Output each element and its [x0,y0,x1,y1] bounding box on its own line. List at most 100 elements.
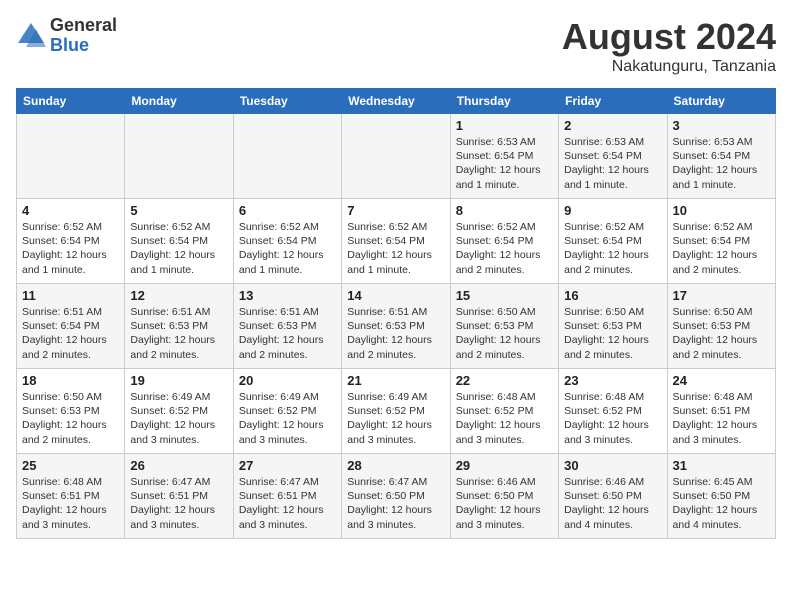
day-info: Sunrise: 6:46 AM Sunset: 6:50 PM Dayligh… [456,475,553,532]
day-cell: 16 Sunrise: 6:50 AM Sunset: 6:53 PM Dayli… [559,284,667,369]
day-cell [17,114,125,199]
header-cell-monday: Monday [125,89,233,114]
day-cell: 14 Sunrise: 6:51 AM Sunset: 6:53 PM Dayli… [342,284,450,369]
day-info: Sunrise: 6:47 AM Sunset: 6:50 PM Dayligh… [347,475,444,532]
day-cell: 18 Sunrise: 6:50 AM Sunset: 6:53 PM Dayli… [17,369,125,454]
day-info: Sunrise: 6:51 AM Sunset: 6:53 PM Dayligh… [130,305,227,362]
week-row-1: 1 Sunrise: 6:53 AM Sunset: 6:54 PM Daylig… [17,114,776,199]
day-info: Sunrise: 6:48 AM Sunset: 6:52 PM Dayligh… [564,390,661,447]
day-number: 13 [239,288,336,303]
day-info: Sunrise: 6:52 AM Sunset: 6:54 PM Dayligh… [564,220,661,277]
day-cell: 19 Sunrise: 6:49 AM Sunset: 6:52 PM Dayli… [125,369,233,454]
logo: General Blue [16,16,117,56]
day-info: Sunrise: 6:49 AM Sunset: 6:52 PM Dayligh… [347,390,444,447]
day-number: 27 [239,458,336,473]
day-cell: 6Sunrise: 6:52 AM Sunset: 6:54 PM Daylig… [233,199,341,284]
day-cell: 25 Sunrise: 6:48 AM Sunset: 6:51 PM Dayli… [17,454,125,539]
day-number: 2 [564,118,661,133]
day-cell: 26 Sunrise: 6:47 AM Sunset: 6:51 PM Dayli… [125,454,233,539]
day-number: 28 [347,458,444,473]
header-row: SundayMondayTuesdayWednesdayThursdayFrid… [17,89,776,114]
day-number: 24 [673,373,770,388]
day-number: 19 [130,373,227,388]
day-cell: 23Sunrise: 6:48 AM Sunset: 6:52 PM Dayli… [559,369,667,454]
day-info: Sunrise: 6:45 AM Sunset: 6:50 PM Dayligh… [673,475,770,532]
day-number: 16 [564,288,661,303]
header-cell-saturday: Saturday [667,89,775,114]
day-number: 26 [130,458,227,473]
day-number: 11 [22,288,119,303]
logo-general: General [50,16,117,36]
day-info: Sunrise: 6:50 AM Sunset: 6:53 PM Dayligh… [564,305,661,362]
day-number: 21 [347,373,444,388]
day-info: Sunrise: 6:53 AM Sunset: 6:54 PM Dayligh… [673,135,770,192]
day-cell: 17 Sunrise: 6:50 AM Sunset: 6:53 PM Dayli… [667,284,775,369]
day-info: Sunrise: 6:50 AM Sunset: 6:53 PM Dayligh… [456,305,553,362]
day-cell: 1 Sunrise: 6:53 AM Sunset: 6:54 PM Daylig… [450,114,558,199]
month-year: August 2024 [562,16,776,58]
day-info: Sunrise: 6:51 AM Sunset: 6:53 PM Dayligh… [239,305,336,362]
page-header: General Blue August 2024 Nakatunguru, Ta… [16,16,776,76]
calendar-table: SundayMondayTuesdayWednesdayThursdayFrid… [16,88,776,539]
day-cell: 28 Sunrise: 6:47 AM Sunset: 6:50 PM Dayli… [342,454,450,539]
day-number: 17 [673,288,770,303]
day-cell: 2 Sunrise: 6:53 AM Sunset: 6:54 PM Daylig… [559,114,667,199]
day-number: 3 [673,118,770,133]
day-info: Sunrise: 6:51 AM Sunset: 6:53 PM Dayligh… [347,305,444,362]
day-cell: 8Sunrise: 6:52 AM Sunset: 6:54 PM Daylig… [450,199,558,284]
day-cell: 22Sunrise: 6:48 AM Sunset: 6:52 PM Dayli… [450,369,558,454]
day-cell: 24 Sunrise: 6:48 AM Sunset: 6:51 PM Dayli… [667,369,775,454]
day-info: Sunrise: 6:52 AM Sunset: 6:54 PM Dayligh… [239,220,336,277]
header-cell-sunday: Sunday [17,89,125,114]
header-cell-friday: Friday [559,89,667,114]
day-number: 4 [22,203,119,218]
day-cell: 31 Sunrise: 6:45 AM Sunset: 6:50 PM Dayli… [667,454,775,539]
day-number: 18 [22,373,119,388]
day-number: 9 [564,203,661,218]
day-number: 25 [22,458,119,473]
day-cell: 3 Sunrise: 6:53 AM Sunset: 6:54 PM Daylig… [667,114,775,199]
day-info: Sunrise: 6:49 AM Sunset: 6:52 PM Dayligh… [239,390,336,447]
day-info: Sunrise: 6:47 AM Sunset: 6:51 PM Dayligh… [239,475,336,532]
day-number: 7 [347,203,444,218]
day-info: Sunrise: 6:47 AM Sunset: 6:51 PM Dayligh… [130,475,227,532]
calendar-body: 1 Sunrise: 6:53 AM Sunset: 6:54 PM Daylig… [17,114,776,539]
day-cell [342,114,450,199]
day-number: 15 [456,288,553,303]
day-cell: 9 Sunrise: 6:52 AM Sunset: 6:54 PM Daylig… [559,199,667,284]
week-row-2: 4 Sunrise: 6:52 AM Sunset: 6:54 PM Daylig… [17,199,776,284]
day-info: Sunrise: 6:48 AM Sunset: 6:51 PM Dayligh… [673,390,770,447]
day-info: Sunrise: 6:52 AM Sunset: 6:54 PM Dayligh… [456,220,553,277]
day-info: Sunrise: 6:50 AM Sunset: 6:53 PM Dayligh… [673,305,770,362]
day-number: 30 [564,458,661,473]
day-number: 10 [673,203,770,218]
day-info: Sunrise: 6:50 AM Sunset: 6:53 PM Dayligh… [22,390,119,447]
day-cell: 29 Sunrise: 6:46 AM Sunset: 6:50 PM Dayli… [450,454,558,539]
day-number: 20 [239,373,336,388]
calendar-header: SundayMondayTuesdayWednesdayThursdayFrid… [17,89,776,114]
day-info: Sunrise: 6:48 AM Sunset: 6:52 PM Dayligh… [456,390,553,447]
day-number: 31 [673,458,770,473]
day-number: 1 [456,118,553,133]
title-block: August 2024 Nakatunguru, Tanzania [562,16,776,76]
day-info: Sunrise: 6:48 AM Sunset: 6:51 PM Dayligh… [22,475,119,532]
day-cell: 30Sunrise: 6:46 AM Sunset: 6:50 PM Dayli… [559,454,667,539]
day-info: Sunrise: 6:49 AM Sunset: 6:52 PM Dayligh… [130,390,227,447]
day-cell: 5Sunrise: 6:52 AM Sunset: 6:54 PM Daylig… [125,199,233,284]
header-cell-thursday: Thursday [450,89,558,114]
day-cell: 13 Sunrise: 6:51 AM Sunset: 6:53 PM Dayli… [233,284,341,369]
day-cell: 10 Sunrise: 6:52 AM Sunset: 6:54 PM Dayli… [667,199,775,284]
week-row-5: 25 Sunrise: 6:48 AM Sunset: 6:51 PM Dayli… [17,454,776,539]
day-cell: 15 Sunrise: 6:50 AM Sunset: 6:53 PM Dayli… [450,284,558,369]
day-info: Sunrise: 6:51 AM Sunset: 6:54 PM Dayligh… [22,305,119,362]
day-cell: 21 Sunrise: 6:49 AM Sunset: 6:52 PM Dayli… [342,369,450,454]
day-number: 29 [456,458,553,473]
day-cell: 12Sunrise: 6:51 AM Sunset: 6:53 PM Dayli… [125,284,233,369]
day-info: Sunrise: 6:53 AM Sunset: 6:54 PM Dayligh… [564,135,661,192]
day-info: Sunrise: 6:52 AM Sunset: 6:54 PM Dayligh… [22,220,119,277]
day-info: Sunrise: 6:52 AM Sunset: 6:54 PM Dayligh… [673,220,770,277]
day-cell: 4 Sunrise: 6:52 AM Sunset: 6:54 PM Daylig… [17,199,125,284]
day-info: Sunrise: 6:53 AM Sunset: 6:54 PM Dayligh… [456,135,553,192]
day-cell: 27 Sunrise: 6:47 AM Sunset: 6:51 PM Dayli… [233,454,341,539]
day-number: 14 [347,288,444,303]
